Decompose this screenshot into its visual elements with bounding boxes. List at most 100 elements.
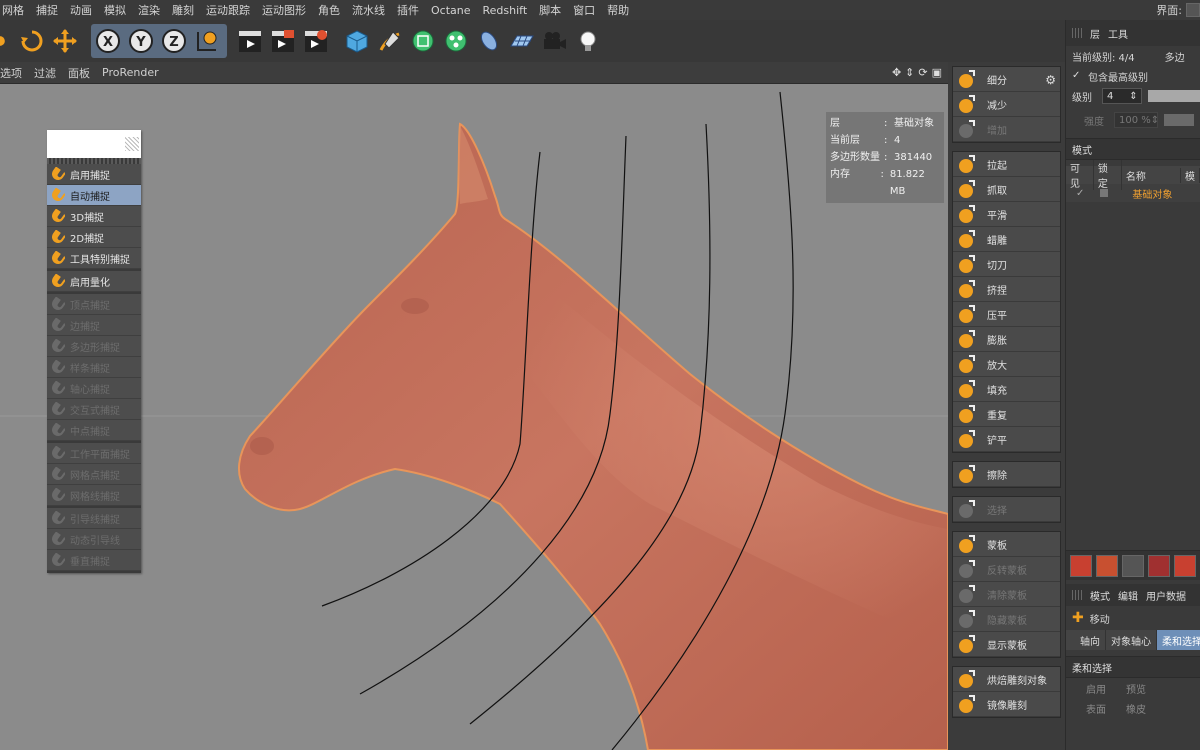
render-view-button[interactable] [235,26,265,56]
3d-viewport[interactable]: 层: 基础对象 当前层:4 多边形数量:381440 内存:81.822 MB [0,84,948,750]
pan-view-icon[interactable]: ✥ [892,66,901,79]
option-rubber[interactable]: 橡皮 [1126,701,1146,716]
menu-item-mograph[interactable]: 运动图形 [256,2,312,18]
gear-icon[interactable]: ⚙ [1045,73,1056,87]
snap-menu-item[interactable]: 2D捕捉 [47,227,141,248]
visible-check-icon[interactable]: ✓ [1076,188,1084,199]
brush-item[interactable]: 挤捏 [953,277,1060,302]
add-folder-icon[interactable] [1096,554,1118,577]
brush-item[interactable]: 重复 [953,402,1060,427]
snap-menu-item[interactable]: 3D捕捉 [47,206,141,227]
level-slider[interactable] [1147,90,1200,102]
snap-menu-item[interactable]: 工具特别捕捉 [47,248,141,269]
menu-item-help[interactable]: 帮助 [601,2,635,18]
panel-grip-icon[interactable] [1072,28,1082,38]
z-axis-button[interactable]: Z [159,26,189,56]
panel-grip-icon[interactable] [125,137,139,151]
snap-menu-item[interactable]: 自动捕捉 [47,185,141,206]
stepper-icon[interactable]: ⇕ [1129,91,1137,102]
level-input[interactable]: 4 ⇕ [1102,88,1142,104]
include-highest-row[interactable]: ✓ 包含最高级别 [1066,66,1200,86]
strength-input[interactable]: 100 % ⇕ [1114,112,1159,128]
snap-panel-header[interactable] [47,130,141,158]
world-coords-button[interactable] [192,26,222,56]
menu-item-snap[interactable]: 捕捉 [30,2,64,18]
brush-item[interactable]: 细分 ⚙ [953,67,1060,92]
tab-layers[interactable]: 层 [1090,26,1100,41]
tab-tools[interactable]: 工具 [1108,26,1128,41]
brush-item[interactable]: 抓取 [953,177,1060,202]
add-layer-icon[interactable] [1070,554,1092,577]
viewport-menu-filter[interactable]: 过滤 [28,65,62,81]
viewport-menu-prorender[interactable]: ProRender [96,66,165,79]
layout-select[interactable] [1186,3,1200,17]
stepper-icon[interactable]: ⇕ [1151,115,1159,126]
maximize-view-icon[interactable]: ▣ [932,66,942,79]
segment-soft-selection[interactable]: 柔和选择 [1157,630,1200,650]
light-button[interactable] [573,26,603,56]
tab-edit[interactable]: 编辑 [1118,588,1138,603]
brush-item[interactable]: 平滑 [953,202,1060,227]
brush-item[interactable]: 拉起 [953,152,1060,177]
menu-item-character[interactable]: 角色 [312,2,346,18]
y-axis-button[interactable]: Y [126,26,156,56]
snap-menu-item[interactable]: 启用量化 [47,271,141,292]
menu-item-octane[interactable]: Octane [425,4,477,17]
snap-menu-item[interactable]: 启用捕捉 [47,164,141,185]
brush-item[interactable]: 填充 [953,377,1060,402]
more-icon[interactable] [1174,554,1196,577]
camera-button[interactable] [540,26,570,56]
segment-axis[interactable]: 轴向 [1066,630,1106,650]
menu-item-redshift[interactable]: Redshift [477,4,534,17]
col-visible[interactable]: 可见 [1066,160,1094,190]
subdivision-button[interactable] [408,26,438,56]
segment-object-axis[interactable]: 对象轴心 [1106,630,1157,650]
menu-item-motion-tracking[interactable]: 运动跟踪 [200,2,256,18]
deformer-button[interactable] [474,26,504,56]
brush-item[interactable]: 烘焙雕刻对象 [953,667,1060,692]
floor-button[interactable] [507,26,537,56]
menu-item-render[interactable]: 渲染 [132,2,166,18]
render-settings-button[interactable] [301,26,331,56]
brush-item[interactable]: 切刀 [953,252,1060,277]
brush-item[interactable]: 减少 [953,92,1060,117]
panel-grip-icon[interactable] [1072,590,1082,600]
brush-item[interactable]: 放大 [953,352,1060,377]
col-mode[interactable]: 模 [1181,167,1200,183]
brush-item[interactable]: 压平 [953,302,1060,327]
viewport-menu-options[interactable]: 选项 [0,65,28,81]
brush-item[interactable]: 膨胀 [953,327,1060,352]
option-surface[interactable]: 表面 [1086,701,1106,716]
orbit-view-icon[interactable]: ⟳ [918,66,927,79]
cube-button[interactable] [342,26,372,56]
viewport-menu-panel[interactable]: 面板 [62,65,96,81]
strength-slider[interactable] [1164,114,1194,126]
menu-item-window[interactable]: 窗口 [567,2,601,18]
delete-layer-icon[interactable] [1148,554,1170,577]
brush-item[interactable]: 铲平 [953,427,1060,452]
menu-item-script[interactable]: 脚本 [533,2,567,18]
brush-item[interactable]: 蜡雕 [953,227,1060,252]
brush-item[interactable]: 擦除 [953,462,1060,487]
menu-item-animate[interactable]: 动画 [64,2,98,18]
trash-icon[interactable] [1122,554,1144,577]
cloner-button[interactable] [441,26,471,56]
brush-item[interactable]: 镜像雕刻 [953,692,1060,717]
brush-item[interactable]: 蒙板 [953,532,1060,557]
move-view-icon[interactable]: ⇕ [905,66,914,79]
move-tool-button[interactable] [50,26,80,56]
checkmark-icon[interactable]: ✓ [1072,71,1082,81]
lock-box-icon[interactable] [1100,189,1109,197]
tab-mode[interactable]: 模式 [1090,588,1110,603]
col-lock[interactable]: 锁定 [1094,160,1122,190]
render-picture-viewer-button[interactable] [268,26,298,56]
menu-item-mesh[interactable]: 网格 [0,2,30,18]
option-enable[interactable]: 启用 [1086,681,1106,696]
pen-button[interactable] [375,26,405,56]
menu-item-plugins[interactable]: 插件 [391,2,425,18]
col-name[interactable]: 名称 [1122,167,1181,183]
menu-item-sculpt[interactable]: 雕刻 [166,2,200,18]
menu-item-simulate[interactable]: 模拟 [98,2,132,18]
brush-item[interactable]: 显示蒙板 [953,632,1060,657]
x-axis-button[interactable]: X [93,26,123,56]
